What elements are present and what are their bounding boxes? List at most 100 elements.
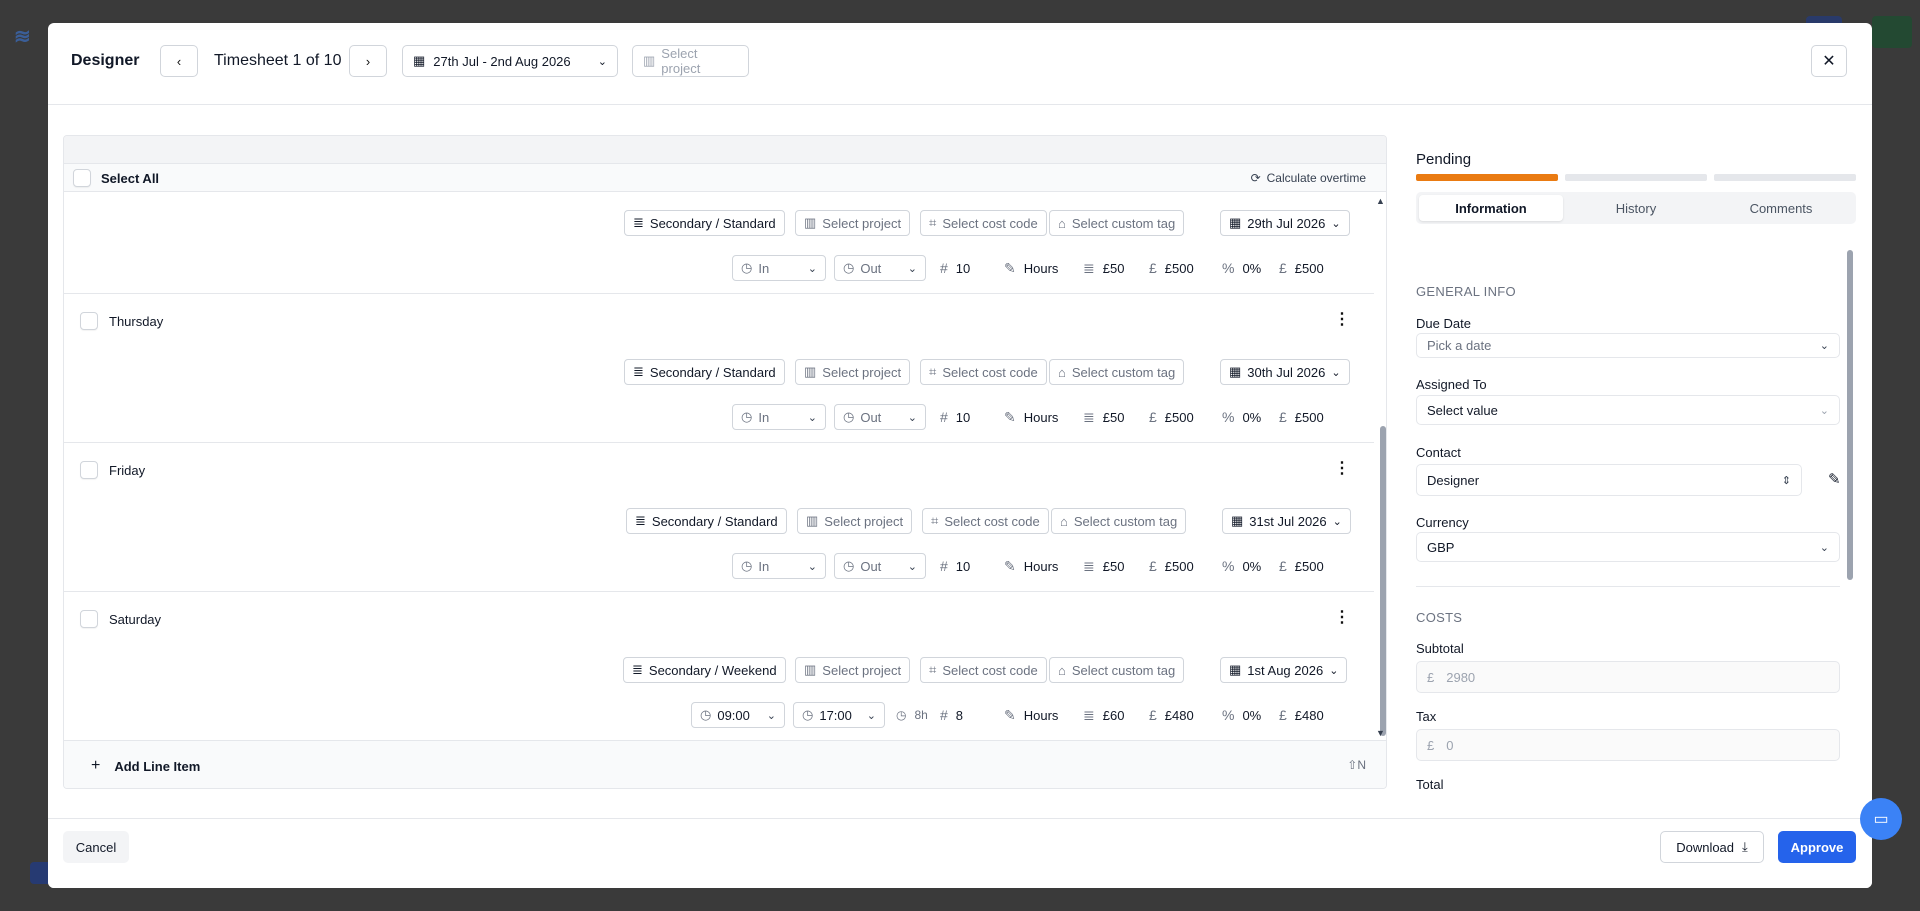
unit-field[interactable]: ✎ Hours bbox=[1004, 553, 1058, 579]
row-select-project[interactable]: ▥ Select project bbox=[795, 657, 911, 683]
cost-code-select[interactable]: ⌗ Select cost code bbox=[920, 359, 1047, 385]
building-icon: ▥ bbox=[643, 53, 656, 68]
cost-code-label: Select cost code bbox=[942, 662, 1038, 678]
row-select-project[interactable]: ▥ Select project bbox=[795, 210, 911, 236]
details-scrollbar[interactable] bbox=[1847, 250, 1853, 580]
chat-icon: ▭ bbox=[1873, 811, 1889, 828]
unit-field[interactable]: ✎ Hours bbox=[1004, 702, 1058, 728]
scroll-up-icon[interactable]: ▲ bbox=[1376, 196, 1385, 206]
row-checkbox[interactable] bbox=[80, 610, 98, 628]
custom-tag-select[interactable]: ⌂ Select custom tag bbox=[1049, 657, 1185, 683]
row-date-picker[interactable]: ▦ 29th Jul 2026 ⌄ bbox=[1220, 210, 1350, 236]
total-value: £500 bbox=[1294, 409, 1324, 425]
row-menu-icon[interactable]: ⋮ bbox=[1334, 461, 1350, 477]
time-in-select[interactable]: ◷ 09:00 ⌄ bbox=[691, 702, 785, 728]
hash-icon: # bbox=[940, 260, 948, 276]
time-in-select[interactable]: ◷ In ⌄ bbox=[732, 553, 826, 579]
tax-value: 0% bbox=[1242, 558, 1262, 574]
unit-field[interactable]: ✎ Hours bbox=[1004, 404, 1058, 430]
total-field: £ £500 bbox=[1279, 404, 1324, 430]
next-timesheet-button[interactable]: › bbox=[349, 45, 387, 77]
row-checkbox[interactable] bbox=[80, 461, 98, 479]
time-in-select[interactable]: ◷ In ⌄ bbox=[732, 255, 826, 281]
chevron-down-icon: ⌄ bbox=[807, 262, 817, 275]
time-in-select[interactable]: ◷ In ⌄ bbox=[732, 404, 826, 430]
row-menu-icon[interactable]: ⋮ bbox=[1334, 610, 1350, 626]
cost-code-select[interactable]: ⌗ Select cost code bbox=[920, 657, 1047, 683]
rate-type-select[interactable]: ≣ Secondary / Standard bbox=[624, 359, 785, 385]
rate-type-label: Secondary / Standard bbox=[649, 364, 776, 380]
cost-code-select[interactable]: ⌗ Select cost code bbox=[922, 508, 1049, 534]
row-date-picker[interactable]: ▦ 1st Aug 2026 ⌄ bbox=[1220, 657, 1348, 683]
cost-code-label: Select cost code bbox=[942, 215, 1038, 231]
rate-field[interactable]: ≣ £50 bbox=[1083, 255, 1124, 281]
select-all-checkbox[interactable] bbox=[73, 169, 91, 187]
edit-contact-icon[interactable]: ✎ bbox=[1828, 470, 1841, 488]
row-select-project[interactable]: ▥ Select project bbox=[795, 359, 911, 385]
tax-field[interactable]: % 0% bbox=[1222, 255, 1261, 281]
scan-icon: ⌗ bbox=[929, 215, 937, 230]
add-line-item-button[interactable]: + Add Line Item bbox=[91, 757, 200, 775]
currency-value: GBP bbox=[1427, 539, 1455, 555]
select-project-button[interactable]: ▥ Select project bbox=[632, 45, 749, 77]
tab-information[interactable]: Information bbox=[1419, 195, 1563, 221]
time-out-select[interactable]: ◷ Out ⌄ bbox=[834, 404, 926, 430]
refresh-icon: ⟳ bbox=[1250, 171, 1261, 185]
quantity-field[interactable]: #8 bbox=[940, 702, 963, 728]
rate-field[interactable]: ≣ £50 bbox=[1083, 553, 1124, 579]
custom-tag-select[interactable]: ⌂ Select custom tag bbox=[1049, 359, 1185, 385]
chevron-right-icon: › bbox=[365, 53, 371, 69]
close-icon: ✕ bbox=[1822, 53, 1836, 70]
row-date-label: 1st Aug 2026 bbox=[1247, 662, 1324, 678]
chevron-down-icon: ⌄ bbox=[1331, 366, 1341, 379]
row-date-picker[interactable]: ▦ 31st Jul 2026 ⌄ bbox=[1222, 508, 1351, 534]
row-menu-icon[interactable]: ⋮ bbox=[1334, 312, 1350, 328]
chevron-down-icon: ⌄ bbox=[1331, 217, 1341, 230]
assigned-to-select[interactable]: Select value ⌄ bbox=[1416, 395, 1840, 425]
pound-circle-icon: £ bbox=[1149, 260, 1157, 276]
contact-select[interactable]: Designer ⇕ bbox=[1416, 464, 1802, 496]
quantity-field[interactable]: #10 bbox=[940, 553, 970, 579]
time-out-select[interactable]: ◷ 17:00 ⌄ bbox=[793, 702, 885, 728]
line-items-scrollbar[interactable] bbox=[1380, 426, 1386, 736]
cancel-button[interactable]: Cancel bbox=[63, 831, 129, 863]
date-range-label: 27th Jul - 2nd Aug 2026 bbox=[433, 53, 571, 69]
time-out-select[interactable]: ◷ Out ⌄ bbox=[834, 553, 926, 579]
date-range-picker[interactable]: ▦ 27th Jul - 2nd Aug 2026 ⌄ bbox=[402, 45, 618, 77]
quantity-field[interactable]: #10 bbox=[940, 404, 970, 430]
tax-field[interactable]: % 0% bbox=[1222, 553, 1261, 579]
row-date-picker[interactable]: ▦ 30th Jul 2026 ⌄ bbox=[1220, 359, 1350, 385]
row-select-project[interactable]: ▥ Select project bbox=[797, 508, 913, 534]
time-out-label: Out bbox=[860, 409, 882, 425]
tab-comments[interactable]: Comments bbox=[1709, 195, 1853, 221]
tax-field[interactable]: % 0% bbox=[1222, 702, 1261, 728]
rate-type-select[interactable]: ≣ Secondary / Weekend bbox=[623, 657, 786, 683]
tab-history[interactable]: History bbox=[1564, 195, 1708, 221]
contact-value: Designer bbox=[1427, 472, 1480, 488]
tax-field[interactable]: % 0% bbox=[1222, 404, 1261, 430]
currency-select[interactable]: GBP ⌄ bbox=[1416, 532, 1840, 562]
chat-widget-button[interactable]: ▭ bbox=[1860, 798, 1902, 840]
rate-type-select[interactable]: ≣ Secondary / Standard bbox=[626, 508, 787, 534]
approve-button[interactable]: Approve bbox=[1778, 831, 1856, 863]
prev-timesheet-button[interactable]: ‹ bbox=[160, 45, 198, 77]
tax-value: 0% bbox=[1242, 707, 1262, 723]
quantity-field[interactable]: #10 bbox=[940, 255, 970, 281]
database-icon: ≣ bbox=[632, 662, 643, 677]
add-line-item-label: Add Line Item bbox=[114, 758, 201, 774]
rate-field[interactable]: ≣ £50 bbox=[1083, 404, 1124, 430]
time-out-select[interactable]: ◷ Out ⌄ bbox=[834, 255, 926, 281]
rate-type-select[interactable]: ≣ Secondary / Standard bbox=[624, 210, 785, 236]
calculate-overtime-button[interactable]: ⟳ Calculate overtime bbox=[1251, 171, 1366, 185]
add-line-bar: + Add Line Item ⇧N bbox=[64, 740, 1386, 788]
scroll-down-icon[interactable]: ▼ bbox=[1376, 728, 1385, 738]
close-button[interactable]: ✕ bbox=[1811, 45, 1847, 77]
download-button[interactable]: Download ⤓ bbox=[1660, 831, 1764, 863]
custom-tag-select[interactable]: ⌂ Select custom tag bbox=[1049, 210, 1185, 236]
rate-field[interactable]: ≣ £60 bbox=[1083, 702, 1124, 728]
row-checkbox[interactable] bbox=[80, 312, 98, 330]
unit-field[interactable]: ✎ Hours bbox=[1004, 255, 1058, 281]
cost-code-select[interactable]: ⌗ Select cost code bbox=[920, 210, 1047, 236]
due-date-picker[interactable]: Pick a date ⌄ bbox=[1416, 333, 1840, 358]
custom-tag-select[interactable]: ⌂ Select custom tag bbox=[1051, 508, 1187, 534]
